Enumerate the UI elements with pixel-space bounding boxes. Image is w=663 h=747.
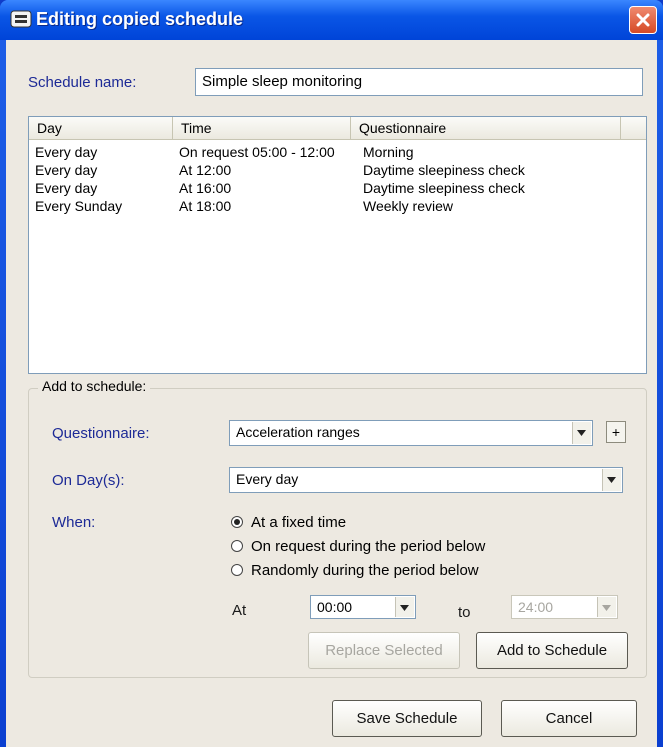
schedule-list[interactable]: Day Time Questionnaire Every day On requ…	[28, 116, 647, 374]
days-label: On Day(s):	[52, 472, 125, 489]
radio-unselected-icon	[231, 540, 243, 552]
start-time-value: 00:00	[317, 599, 353, 615]
replace-selected-button[interactable]: Replace Selected	[308, 632, 460, 669]
cell-questionnaire: Weekly review	[363, 198, 453, 214]
cell-time: At 16:00	[179, 180, 232, 196]
close-icon	[636, 13, 650, 27]
radio-randomly[interactable]: Randomly during the period below	[231, 562, 479, 579]
group-legend: Add to schedule:	[38, 378, 151, 394]
window-title: Editing copied schedule	[36, 9, 244, 29]
dialog-client: Schedule name: Simple sleep monitoring D…	[6, 40, 657, 747]
radio-label: On request during the period below	[251, 538, 486, 555]
end-time-dropdown-button[interactable]	[597, 597, 616, 617]
cancel-button[interactable]: Cancel	[501, 700, 637, 737]
questionnaire-label: Questionnaire:	[52, 425, 150, 442]
cell-time: At 12:00	[179, 162, 232, 178]
list-header: Day Time Questionnaire	[29, 117, 646, 140]
window-icon	[10, 10, 32, 28]
start-time-select[interactable]: 00:00	[310, 595, 416, 619]
cell-time: At 18:00	[179, 198, 232, 214]
radio-label: Randomly during the period below	[251, 562, 479, 579]
schedule-name-input[interactable]: Simple sleep monitoring	[195, 68, 643, 96]
end-time-select[interactable]: 24:00	[511, 595, 618, 619]
questionnaire-value: Acceleration ranges	[236, 424, 360, 440]
cell-day: Every Sunday	[35, 198, 123, 214]
questionnaire-dropdown-button[interactable]	[572, 422, 591, 444]
cell-questionnaire: Daytime sleepiness check	[363, 180, 525, 196]
close-button[interactable]	[629, 6, 657, 34]
radio-unselected-icon	[231, 564, 243, 576]
radio-fixed-time[interactable]: At a fixed time	[231, 514, 346, 531]
column-day[interactable]: Day	[29, 117, 173, 139]
days-dropdown-button[interactable]	[602, 469, 621, 491]
add-questionnaire-button[interactable]: +	[606, 421, 626, 443]
title-bar[interactable]: Editing copied schedule	[0, 0, 663, 40]
add-to-schedule-button[interactable]: Add to Schedule	[476, 632, 628, 669]
chevron-down-icon	[400, 605, 409, 611]
when-label: When:	[52, 514, 96, 531]
save-schedule-button[interactable]: Save Schedule	[332, 700, 482, 737]
cell-day: Every day	[35, 180, 98, 196]
days-select[interactable]: Every day	[229, 467, 623, 493]
radio-label: At a fixed time	[251, 514, 347, 531]
column-questionnaire[interactable]: Questionnaire	[351, 117, 621, 139]
cell-day: Every day	[35, 162, 98, 178]
cell-questionnaire: Morning	[363, 144, 414, 160]
cell-time: On request 05:00 - 12:00	[179, 144, 335, 160]
radio-on-request[interactable]: On request during the period below	[231, 538, 485, 555]
to-label: to	[458, 604, 471, 621]
radio-selected-icon	[231, 516, 243, 528]
chevron-down-icon	[577, 430, 586, 436]
at-label: At	[232, 602, 247, 619]
start-time-dropdown-button[interactable]	[395, 597, 414, 617]
chevron-down-icon	[607, 477, 616, 483]
schedule-name-label: Schedule name:	[28, 74, 137, 91]
cell-questionnaire: Daytime sleepiness check	[363, 162, 525, 178]
chevron-down-icon	[602, 605, 611, 611]
cell-day: Every day	[35, 144, 98, 160]
questionnaire-select[interactable]: Acceleration ranges	[229, 420, 593, 446]
dialog-window: Editing copied schedule Schedule name: S…	[0, 0, 663, 747]
end-time-value: 24:00	[518, 599, 554, 615]
column-time[interactable]: Time	[173, 117, 351, 139]
days-value: Every day	[236, 471, 299, 487]
